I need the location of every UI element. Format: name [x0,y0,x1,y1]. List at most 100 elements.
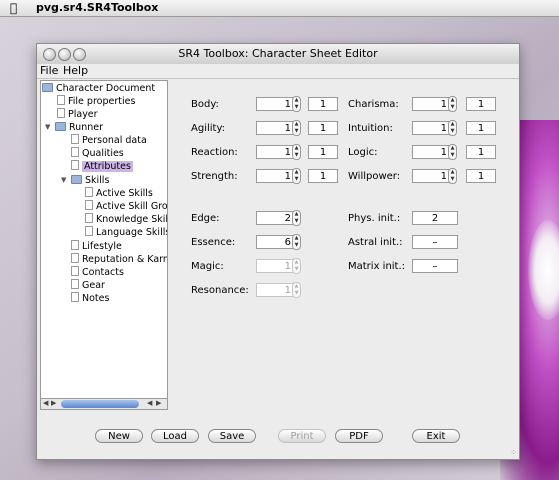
tree-node-lifestyle[interactable]: Lifestyle [71,240,122,253]
tree-node-active-skills[interactable]: Active Skills [85,187,153,200]
tree-node-attributes[interactable]: Attributes [71,160,133,173]
help-menu[interactable]: Help [63,64,88,77]
resonance-input: 1 [256,283,294,297]
magic-spinner: ▲ ▼ [292,258,301,274]
save-button[interactable]: Save [208,429,256,443]
document-icon [71,134,79,144]
document-icon [71,266,79,276]
tree-node-language-skills[interactable]: Language Skills [85,226,167,239]
document-icon [71,292,79,302]
intuition-label: Intuition: [348,123,393,134]
charisma-label: Charisma: [348,99,399,110]
strength-spinner[interactable]: ▲ ▼ [292,168,301,184]
logic-value-field: 1 [466,145,496,159]
body-spinner[interactable]: ▲ ▼ [292,96,301,112]
navigation-tree[interactable]: Character Document File properties Playe… [40,80,168,407]
tree-node-contacts[interactable]: Contacts [71,266,124,279]
essence-input[interactable]: 6 [256,235,294,249]
expand-skills-triangle-icon[interactable]: ▼ [61,176,66,184]
strength-label: Strength: [191,171,238,182]
tree-node-player[interactable]: Player [57,108,98,121]
intuition-base-input[interactable]: 1 [412,121,450,135]
apple-logo-icon[interactable]:  [10,1,17,15]
expand-runner-triangle-icon[interactable]: ▼ [45,123,50,131]
tree-node-notes[interactable]: Notes [71,292,109,305]
scrollbar-thumb[interactable] [61,400,139,408]
new-button[interactable]: New [95,429,143,443]
edge-input[interactable]: 2 [256,211,294,225]
folder-icon [71,175,82,184]
folder-icon [55,122,66,131]
agility-base-input[interactable]: 1 [256,121,294,135]
exit-button[interactable]: Exit [412,429,460,443]
print-button: Print [278,429,326,443]
strength-base-input[interactable]: 1 [256,169,294,183]
essence-spinner[interactable]: ▲ ▼ [292,234,301,250]
mac-menubar:  pvg.sr4.SR4Toolbox [0,0,559,17]
pdf-button[interactable]: PDF [335,429,383,443]
phys-init-label: Phys. init.: [348,213,401,224]
agility-value-field: 1 [308,121,338,135]
intuition-value-field: 1 [466,121,496,135]
reaction-value-field: 1 [308,145,338,159]
strength-value-field: 1 [308,169,338,183]
agility-spinner[interactable]: ▲ ▼ [292,120,301,136]
app-name-menu[interactable]: pvg.sr4.SR4Toolbox [36,1,158,14]
body-base-input[interactable]: 1 [256,97,294,111]
load-button[interactable]: Load [151,429,199,443]
tree-node-gear[interactable]: Gear [71,279,105,292]
body-value-field: 1 [308,97,338,111]
tree-node-character-document[interactable]: Character Document [42,82,155,95]
willpower-value-field: 1 [466,169,496,183]
folder-icon [42,83,53,92]
tree-node-personal-data[interactable]: Personal data [71,134,147,147]
document-icon [71,279,79,289]
reaction-base-input[interactable]: 1 [256,145,294,159]
edge-spinner[interactable]: ▲ ▼ [292,210,301,226]
matrix-init-field: – [412,259,458,273]
intuition-spinner[interactable]: ▲ ▼ [448,120,457,136]
document-icon [57,108,65,118]
character-sheet-editor-window: SR4 Toolbox: Character Sheet Editor File… [36,43,520,460]
file-menu[interactable]: File [40,64,58,77]
astral-init-field: – [412,235,458,249]
logic-base-input[interactable]: 1 [412,145,450,159]
document-icon [71,253,79,263]
document-icon [85,200,93,210]
charisma-spinner[interactable]: ▲ ▼ [448,96,457,112]
scroll-left-arrow-icon[interactable]: ◀ [147,399,152,407]
tree-node-active-skill-groups[interactable]: Active Skill Group [85,200,167,213]
willpower-base-input[interactable]: 1 [412,169,450,183]
phys-init-field: 2 [412,211,458,225]
willpower-spinner[interactable]: ▲ ▼ [448,168,457,184]
logic-label: Logic: [348,147,378,158]
tree-node-runner[interactable]: Runner [55,121,103,134]
resonance-label: Resonance: [191,285,249,296]
tree-node-reputation-karma[interactable]: Reputation & Karma [71,253,167,266]
scroll-right-arrow-icon[interactable]: ▶ [51,399,56,407]
charisma-base-input[interactable]: 1 [412,97,450,111]
document-icon [85,213,93,223]
document-icon [57,95,65,105]
tree-horizontal-scrollbar[interactable]: ◀ ▶ ◀ ▶ [40,398,168,410]
window-menubar: File Help [37,64,519,79]
willpower-label: Willpower: [348,171,401,182]
document-icon [85,226,93,236]
resize-grip-icon[interactable]: ⁘ [510,448,517,457]
document-icon [71,160,79,170]
window-titlebar[interactable]: SR4 Toolbox: Character Sheet Editor [37,44,519,65]
magic-label: Magic: [191,261,224,272]
scroll-left-arrow-icon[interactable]: ◀ [43,399,48,407]
tree-node-skills[interactable]: Skills [71,174,109,187]
logic-spinner[interactable]: ▲ ▼ [448,144,457,160]
charisma-value-field: 1 [466,97,496,111]
reaction-spinner[interactable]: ▲ ▼ [292,144,301,160]
reaction-label: Reaction: [191,147,238,158]
agility-label: Agility: [191,123,226,134]
scroll-right-arrow-icon[interactable]: ▶ [156,399,161,407]
tree-node-file-properties[interactable]: File properties [57,95,135,108]
tree-node-knowledge-skills[interactable]: Knowledge Skills [85,213,167,226]
tree-node-qualities[interactable]: Qualities [71,147,124,160]
document-icon [71,147,79,157]
split-pane-divider[interactable] [168,80,171,408]
